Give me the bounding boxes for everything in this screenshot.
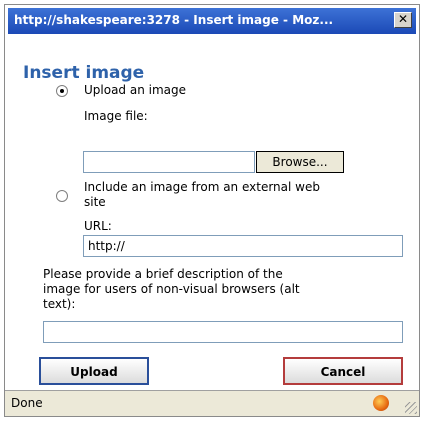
status-text: Done [11, 396, 43, 410]
upload-image-label: Upload an image [84, 83, 187, 97]
alt-text-label-line3: text): [43, 297, 76, 311]
resize-grip-icon[interactable] [405, 402, 417, 414]
url-label: URL: [84, 219, 112, 233]
alt-text-label-line1: Please provide a brief description of th… [43, 267, 283, 281]
close-icon: ✕ [397, 12, 409, 26]
close-button[interactable]: ✕ [394, 12, 412, 28]
alt-text-label-line2: image for users of non-visual browsers (… [43, 282, 300, 296]
external-image-label-line1: Include an image from an external web [84, 180, 320, 194]
upload-button[interactable]: Upload [39, 357, 149, 385]
image-file-label: Image file: [84, 109, 148, 123]
window-title: http://shakespeare:3278 - Insert image -… [14, 13, 334, 27]
external-image-label-line2: site [84, 195, 106, 209]
title-bar[interactable]: http://shakespeare:3278 - Insert image -… [8, 8, 416, 34]
dialog-title: Insert image [23, 63, 145, 83]
upload-image-radio[interactable] [56, 85, 68, 97]
cancel-button[interactable]: Cancel [283, 357, 403, 385]
external-image-radio[interactable] [56, 190, 68, 202]
image-file-input[interactable] [83, 151, 255, 173]
alt-text-input[interactable] [43, 321, 403, 343]
url-input[interactable] [83, 235, 403, 257]
dialog-window: http://shakespeare:3278 - Insert image -… [4, 4, 420, 417]
browse-button[interactable]: Browse... [256, 151, 344, 173]
firefox-icon [373, 395, 389, 411]
status-bar: Done [5, 390, 419, 416]
